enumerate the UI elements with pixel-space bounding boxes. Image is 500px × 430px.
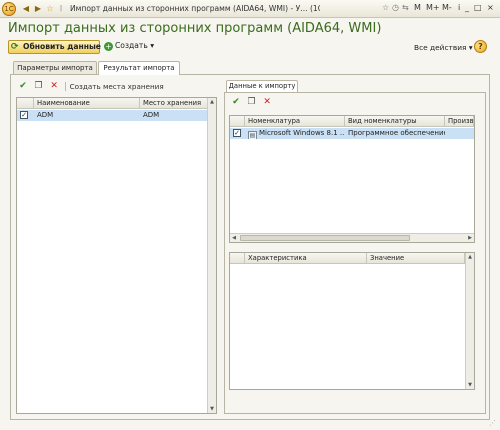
tab-import-data[interactable]: Данные к импорту — [226, 80, 298, 92]
left-toolbar: ✔ ❐ ✕ Создать места хранения — [18, 81, 167, 91]
software-icon: ▤ — [248, 131, 257, 139]
memory-plus-button[interactable]: M+ — [426, 3, 440, 12]
favorites-icon[interactable]: ☆ — [382, 3, 389, 12]
history-icon[interactable]: ◷ — [392, 3, 399, 12]
storage-table: Наименование Место хранения ✓ ADM ADM — [16, 97, 217, 414]
row-storage: ADM — [143, 111, 160, 119]
copy-icon[interactable]: ❐ — [247, 97, 257, 107]
minimize-button[interactable]: _ — [465, 3, 469, 12]
scroll-right-icon[interactable]: ▶ — [466, 234, 474, 242]
memory-button[interactable]: M — [414, 3, 421, 12]
column-header-producer[interactable]: Произво — [445, 116, 474, 127]
help-icon[interactable]: ? — [474, 40, 487, 53]
memory-minus-button[interactable]: M- — [442, 3, 452, 12]
window-title: Импорт данных из сторонних программ (AID… — [70, 4, 320, 13]
checkbox-column-header — [17, 98, 34, 109]
scroll-left-icon[interactable]: ◀ — [230, 234, 238, 242]
column-header-name[interactable]: Наименование — [34, 98, 140, 109]
column-header-storage[interactable]: Место хранения — [140, 98, 216, 109]
page-title: Импорт данных из сторонних программ (AID… — [8, 21, 382, 36]
create-button[interactable]: + Создать ▾ — [104, 41, 154, 51]
table-row[interactable]: ✓ ▤ Microsoft Windows 8.1 ... Программное… — [230, 128, 474, 139]
add-icon: + — [104, 42, 113, 51]
check-all-icon[interactable]: ✔ — [18, 81, 28, 91]
refresh-icon: ⟳ — [11, 42, 19, 52]
all-actions-menu[interactable]: Все действия ▾ — [414, 43, 473, 52]
row-kind: Программное обеспечение — [348, 129, 445, 137]
spacer-column-header — [230, 253, 245, 264]
chevron-down-icon: ▾ — [150, 41, 155, 50]
all-actions-label: Все действия — [414, 43, 467, 52]
scroll-down-icon[interactable]: ▼ — [466, 381, 474, 389]
row-producer — [445, 128, 474, 139]
copy-icon[interactable]: ❐ — [34, 81, 44, 91]
scroll-up-icon[interactable]: ▲ — [208, 98, 216, 106]
checkbox-column-header — [230, 116, 245, 127]
close-button[interactable]: × — [487, 3, 494, 12]
refresh-data-button[interactable]: ⟳ Обновить данные — [8, 40, 101, 54]
table-row[interactable]: ✓ ADM ADM — [17, 110, 216, 121]
vertical-scrollbar[interactable]: ▲ ▼ — [465, 253, 474, 389]
create-label: Создать — [115, 41, 148, 50]
resize-grip-icon[interactable]: ⋰ — [489, 419, 496, 427]
row-nomenclature-text: Microsoft Windows 8.1 ... — [259, 129, 345, 137]
info-button[interactable]: i — [458, 3, 460, 12]
column-header-characteristic[interactable]: Характеристика — [245, 253, 367, 264]
delete-icon[interactable]: ✕ — [49, 81, 59, 91]
scroll-down-icon[interactable]: ▼ — [208, 405, 216, 413]
row-nomenclature: ▤ Microsoft Windows 8.1 ... — [245, 128, 345, 139]
window-titlebar: 1С ◀ ▶ ☆ | Импорт данных из сторонних пр… — [0, 0, 500, 18]
refresh-data-label: Обновить данные — [23, 42, 101, 51]
nomenclature-table: Номенклатура Вид номенклатуры Произво ✓ … — [229, 115, 475, 243]
separator-icon: | — [59, 5, 63, 12]
column-header-kind[interactable]: Вид номенклатуры — [345, 116, 445, 127]
characteristics-table: Характеристика Значение ▲ ▼ — [229, 252, 475, 390]
delete-icon[interactable]: ✕ — [262, 97, 272, 107]
row-name: ADM — [37, 111, 54, 119]
left-vertical-scrollbar[interactable]: ▲ ▼ — [207, 98, 216, 413]
tab-import-result[interactable]: Результат импорта — [98, 61, 180, 75]
chevron-down-icon: ▾ — [468, 43, 473, 52]
horizontal-scrollbar[interactable]: ◀ ▶ — [230, 233, 474, 242]
right-toolbar: ✔ ❐ ✕ — [231, 97, 275, 107]
tab-import-parameters[interactable]: Параметры импорта — [13, 61, 97, 74]
scroll-up-icon[interactable]: ▲ — [466, 253, 474, 261]
scrollbar-thumb[interactable] — [240, 235, 410, 241]
check-all-icon[interactable]: ✔ — [231, 97, 241, 107]
column-header-value[interactable]: Значение — [367, 253, 465, 264]
maximize-button[interactable]: □ — [474, 3, 482, 12]
app-menu-icon[interactable]: 1С — [2, 2, 16, 16]
row-checkbox[interactable]: ✓ — [20, 111, 28, 119]
links-icon[interactable]: ⇆ — [402, 3, 409, 12]
create-storage-button[interactable]: Создать места хранения — [64, 81, 164, 91]
column-header-nomenclature[interactable]: Номенклатура — [245, 116, 345, 127]
row-checkbox[interactable]: ✓ — [233, 129, 241, 137]
